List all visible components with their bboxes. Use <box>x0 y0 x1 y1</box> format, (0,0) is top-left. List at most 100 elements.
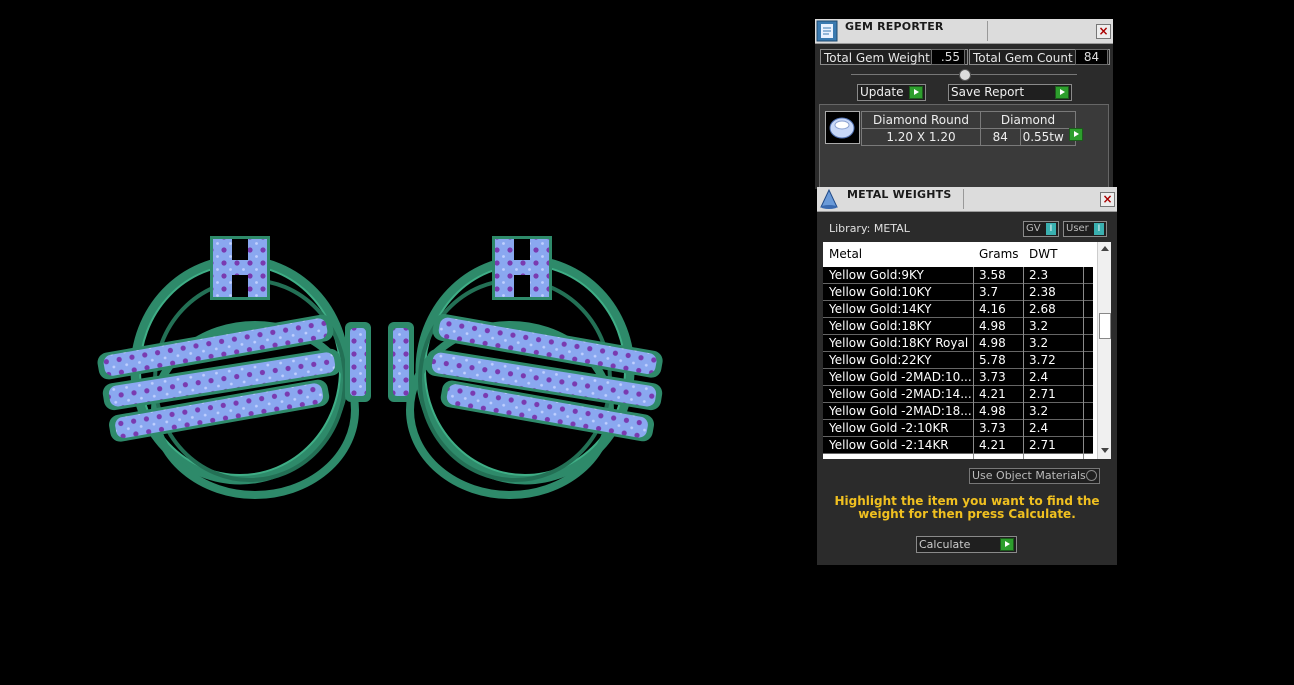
metal-weights-panel: METAL WEIGHTS × Library: METAL GV I User… <box>817 187 1117 565</box>
cell-metal: Yellow Gold -2MAD:14... <box>829 387 971 401</box>
cell-grams: 4.98 <box>979 319 1006 333</box>
radio-icon <box>1086 470 1097 481</box>
slider-handle[interactable] <box>959 69 971 81</box>
cell-grams: 3.58 <box>979 268 1006 282</box>
gem-reporter-panel: GEM REPORTER × Total Gem Weight .55 Tota… <box>815 19 1113 191</box>
cell-dwt: 2.71 <box>1029 438 1056 452</box>
user-toggle[interactable]: User I <box>1063 221 1107 237</box>
user-label: User <box>1066 223 1089 234</box>
cell-dwt: 2.71 <box>1029 387 1056 401</box>
cell-grams: 4.98 <box>979 404 1006 418</box>
3d-viewport[interactable] <box>0 0 810 681</box>
cell-metal: Yellow Gold -2:14KR <box>829 438 949 452</box>
titlebar-divider <box>963 189 964 209</box>
total-gem-count-value: 84 <box>1075 49 1108 65</box>
table-row[interactable]: Yellow Gold:14KY 4.16 2.68 <box>823 301 1093 318</box>
table-row[interactable]: Yellow Gold -2MAD:18... 4.98 3.2 <box>823 403 1093 420</box>
cell-metal: Yellow Gold -2:10KR <box>829 421 949 435</box>
cell-metal: Yellow Gold:22KY <box>829 353 932 367</box>
close-icon[interactable]: × <box>1100 192 1115 207</box>
cell-metal: Yellow Gold:14KY <box>829 302 932 316</box>
update-button[interactable]: Update <box>857 84 926 101</box>
gem-detail-arrow-icon[interactable] <box>1069 128 1083 141</box>
close-icon[interactable]: × <box>1096 24 1111 39</box>
play-arrow-icon <box>909 86 923 99</box>
gem-shape-cell: Diamond Round <box>861 111 981 129</box>
cell-grams: 4.21 <box>979 387 1006 401</box>
column-divider <box>1083 267 1084 459</box>
table-row[interactable]: Yellow Gold:10KY 3.7 2.38 <box>823 284 1093 301</box>
cell-metal: Yellow Gold:18KY Royal <box>829 336 969 350</box>
scroll-down-icon[interactable] <box>1101 448 1109 453</box>
play-arrow-icon <box>1055 86 1069 99</box>
table-row[interactable]: Yellow Gold -2MAD:14... 4.21 2.71 <box>823 386 1093 403</box>
cell-dwt: 2.4 <box>1029 370 1049 384</box>
metal-table[interactable]: Metal Grams DWT Yellow Gold:9KY 3.58 2.3 Ye… <box>823 242 1111 459</box>
cell-metal: Yellow Gold -2MAD:18... <box>829 404 971 418</box>
earrings-model <box>96 236 664 499</box>
table-row[interactable]: Yellow Gold:22KY 5.78 3.72 <box>823 352 1093 369</box>
toggle-indicator-icon: I <box>1094 223 1104 235</box>
left-earring[interactable] <box>96 236 371 499</box>
column-header-grams[interactable]: Grams <box>979 242 1019 267</box>
metal-weights-titlebar[interactable]: METAL WEIGHTS × <box>817 187 1117 212</box>
play-arrow-icon <box>1000 538 1014 551</box>
cell-dwt: 3.2 <box>1029 404 1049 418</box>
gem-info-table[interactable]: Diamond Round Diamond 1.20 X 1.20 84 0.5… <box>861 111 1077 146</box>
cell-dwt: 3.2 <box>1029 336 1049 350</box>
cell-dwt: 2.68 <box>1029 302 1056 316</box>
gem-material-cell: Diamond <box>980 111 1076 129</box>
gem-reporter-titlebar[interactable]: GEM REPORTER × <box>815 19 1113 44</box>
save-report-button[interactable]: Save Report <box>948 84 1072 101</box>
use-object-materials-toggle[interactable]: Use Object Materials <box>969 468 1100 484</box>
column-header-dwt[interactable]: DWT <box>1029 242 1057 267</box>
total-gem-weight-label: Total Gem Weight <box>824 51 930 65</box>
cell-metal: Yellow Gold:9KY <box>829 268 924 282</box>
round-diamond-icon[interactable] <box>825 111 860 144</box>
scroll-up-icon[interactable] <box>1101 246 1109 251</box>
instruction-text: Highlight the item you want to find the … <box>834 494 1100 521</box>
gem-list: Diamond Round Diamond 1.20 X 1.20 84 0.5… <box>819 104 1109 191</box>
right-earring[interactable] <box>388 236 664 499</box>
titlebar-divider <box>987 21 988 41</box>
scrollbar-thumb[interactable] <box>1099 313 1111 339</box>
gv-toggle[interactable]: GV I <box>1023 221 1059 237</box>
library-label: Library: METAL <box>829 222 910 235</box>
cell-grams: 3.73 <box>979 421 1006 435</box>
cell-dwt: 2.3 <box>1029 268 1049 282</box>
cell-metal: Yellow Gold:10KY <box>829 285 932 299</box>
vertical-scrollbar[interactable] <box>1097 242 1111 459</box>
total-gem-count-label: Total Gem Count <box>973 51 1073 65</box>
gem-report-icon <box>816 20 838 42</box>
table-row[interactable]: Yellow Gold -2:14KR 4.21 2.71 <box>823 437 1093 454</box>
cell-grams: 5.78 <box>979 353 1006 367</box>
use-object-materials-label: Use Object Materials <box>972 469 1086 482</box>
calculate-button[interactable]: Calculate <box>916 536 1017 553</box>
cell-dwt: 2.38 <box>1029 285 1056 299</box>
column-divider <box>1023 267 1024 459</box>
save-report-label: Save Report <box>951 85 1025 99</box>
column-header-metal[interactable]: Metal <box>829 242 862 267</box>
table-row[interactable]: Yellow Gold -2:10KR 3.73 2.4 <box>823 420 1093 437</box>
cell-grams: 4.21 <box>979 438 1006 452</box>
cell-grams: 3.73 <box>979 370 1006 384</box>
cell-dwt: 2.4 <box>1029 421 1049 435</box>
row-divider <box>823 453 1093 454</box>
table-row[interactable]: Yellow Gold:18KY 4.98 3.2 <box>823 318 1093 335</box>
metal-cone-icon <box>818 188 840 210</box>
cell-metal: Yellow Gold:18KY <box>829 319 932 333</box>
total-gem-weight-value: .55 <box>931 49 965 65</box>
table-row[interactable]: Yellow Gold -2MAD:10... 3.73 2.4 <box>823 369 1093 386</box>
table-row[interactable]: Yellow Gold:9KY 3.58 2.3 <box>823 267 1093 284</box>
cell-grams: 4.16 <box>979 302 1006 316</box>
update-label: Update <box>860 85 904 99</box>
cell-dwt: 3.2 <box>1029 319 1049 333</box>
cell-dwt: 3.72 <box>1029 353 1056 367</box>
cell-grams: 4.98 <box>979 336 1006 350</box>
gem-size-cell: 1.20 X 1.20 <box>861 128 981 146</box>
table-row[interactable]: Yellow Gold:18KY Royal 4.98 3.2 <box>823 335 1093 352</box>
toggle-indicator-icon: I <box>1046 223 1056 235</box>
metal-weights-title: METAL WEIGHTS <box>847 188 952 201</box>
gv-label: GV <box>1026 223 1041 234</box>
cell-grams: 3.7 <box>979 285 999 299</box>
